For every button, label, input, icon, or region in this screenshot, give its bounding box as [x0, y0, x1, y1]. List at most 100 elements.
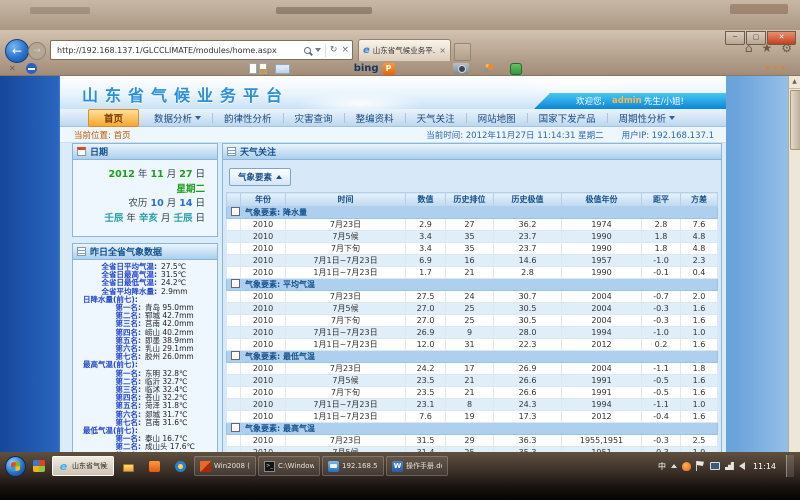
nav-item-6[interactable]: 网站地图: [467, 111, 527, 125]
table-cell: 2004: [562, 363, 642, 375]
ime-indicator[interactable]: 中: [658, 461, 666, 472]
table-cell: 2.8: [642, 219, 681, 231]
spark-icon[interactable]: [483, 63, 494, 74]
qq-icon[interactable]: [682, 462, 691, 471]
column-header: 距平: [642, 193, 681, 207]
nav-item-3[interactable]: 灾害查询: [284, 111, 344, 125]
autocomplete-dropdown-icon[interactable]: [315, 48, 321, 52]
system-tray: 中 11:14: [658, 455, 798, 477]
column-header: 数值: [406, 193, 446, 207]
clock[interactable]: 11:14: [753, 462, 776, 471]
nav-item-4[interactable]: 整编资料: [345, 111, 405, 125]
table-row[interactable]: 20107月23日2.92736.219742.87.6: [227, 219, 718, 231]
divider: [325, 44, 326, 57]
display-icon[interactable]: [710, 462, 720, 470]
table-cell: 7.6: [406, 411, 446, 423]
browser-tab[interactable]: e 山东省气候业务平... ×: [358, 39, 451, 61]
forward-button[interactable]: →: [28, 42, 46, 60]
table-row[interactable]: 20107月1日~7月23日6.91614.61957-1.02.3: [227, 255, 718, 267]
table-cell: 23.7: [494, 231, 562, 243]
pinned-media-icon[interactable]: [168, 456, 192, 476]
green-addon-icon[interactable]: [510, 63, 522, 75]
table-row[interactable]: 20107月23日31.52936.31955,1951-0.32.5: [227, 435, 718, 447]
element-filter-button[interactable]: 气象要素: [229, 168, 291, 186]
table-cell: 2010: [241, 315, 286, 327]
nav-item-7[interactable]: 国家下发产品: [528, 111, 607, 125]
table-cell: 6.9: [406, 255, 446, 267]
table-row[interactable]: 20107月23日24.21726.92004-1.11.8: [227, 363, 718, 375]
tray-up-arrow-icon[interactable]: [671, 464, 677, 468]
taskbar-task[interactable]: Win2008 (VS2...: [194, 456, 256, 476]
show-desktop-button[interactable]: [786, 455, 794, 477]
nav-item-8[interactable]: 周期性分析: [608, 111, 687, 125]
section-checkbox[interactable]: [231, 207, 240, 216]
element-filter-label: 气象要素: [238, 171, 272, 183]
url-text[interactable]: http://192.168.137.1/GLCCLIMATE/modules/…: [57, 46, 304, 55]
table-row[interactable]: 20107月23日27.52430.72004-0.72.0: [227, 291, 718, 303]
new-tab-button[interactable]: [454, 43, 471, 61]
back-button[interactable]: ←: [5, 39, 29, 63]
home-icon[interactable]: ⌂: [745, 42, 753, 54]
taskbar-task[interactable]: 192.168.59.99...: [322, 456, 384, 476]
table-corner-cell: [227, 193, 241, 207]
quick-launch-icon[interactable]: [33, 460, 45, 472]
nav-item-5[interactable]: 天气关注: [406, 111, 466, 125]
start-button[interactable]: [5, 456, 26, 477]
tab-close-icon[interactable]: ×: [439, 46, 446, 55]
scrollbar-up-icon[interactable]: ▲: [789, 76, 800, 89]
settings-gear-icon[interactable]: ⚙: [781, 42, 792, 54]
table-row[interactable]: 20107月下旬27.02530.52004-0.31.6: [227, 315, 718, 327]
table-cell: 2010: [241, 375, 286, 387]
table-row[interactable]: 20107月5候23.52126.61991-0.51.6: [227, 375, 718, 387]
nav-item-2[interactable]: 韵律性分析: [213, 111, 283, 125]
blocked-addon-icon[interactable]: [26, 63, 37, 74]
table-row[interactable]: 20101月1日~7月23日1.7212.81990-0.10.4: [227, 267, 718, 279]
table-cell: 23.5: [406, 387, 446, 399]
snapshot-tiles-icon[interactable]: [249, 63, 267, 74]
pinned-folder-icon[interactable]: [116, 456, 140, 476]
table-row[interactable]: 20107月1日~7月23日23.1824.31994-1.11.0: [227, 399, 718, 411]
pinyin-addon-icon[interactable]: P: [383, 63, 395, 75]
table-row[interactable]: 20107月下旬3.43523.719901.84.8: [227, 243, 718, 255]
favorites-star-icon[interactable]: ★: [761, 42, 772, 54]
pinned-app-icon[interactable]: [142, 456, 166, 476]
taskbar-task[interactable]: C:\Windows\s...: [258, 456, 320, 476]
scrollbar-thumb[interactable]: [790, 90, 800, 150]
bing-logo[interactable]: bing: [354, 63, 379, 74]
refresh-icon[interactable]: ↻: [330, 46, 338, 55]
table-cell: 1月1日~7月23日: [286, 267, 406, 279]
toolbar-close-icon[interactable]: ✕: [9, 64, 16, 73]
table-row[interactable]: 20107月5候27.02530.52004-0.31.6: [227, 303, 718, 315]
table-row[interactable]: 20101月1日~7月23日7.61917.32012-0.41.6: [227, 411, 718, 423]
table-cell: 1990: [562, 231, 642, 243]
table-row[interactable]: 20107月1日~7月23日26.9928.01994-1.01.0: [227, 327, 718, 339]
nav-item-1[interactable]: 数据分析: [143, 111, 212, 125]
taskbar-task[interactable]: 操作手册.docx ...: [386, 456, 448, 476]
section-checkbox[interactable]: [231, 423, 240, 432]
nav-item-0[interactable]: 首页: [88, 109, 139, 127]
table-row[interactable]: 20107月下旬23.52126.61991-0.51.6: [227, 387, 718, 399]
section-label: 气象要素: 最低气温: [245, 352, 315, 361]
table-cell: 2004: [562, 315, 642, 327]
section-checkbox[interactable]: [231, 279, 240, 288]
chevron-down-icon: [669, 116, 675, 120]
word-icon: [392, 461, 403, 472]
nav-item-label: 韵律性分析: [224, 111, 272, 125]
mail-icon[interactable]: [275, 64, 290, 74]
table-row[interactable]: 20101月1日~7月23日12.03122.320120.21.6: [227, 339, 718, 351]
action-center-flag-icon[interactable]: [696, 461, 705, 471]
camera-icon[interactable]: [453, 63, 469, 74]
stop-icon[interactable]: ×: [341, 46, 349, 55]
search-icon[interactable]: [304, 47, 311, 54]
table-cell: 24.2: [406, 363, 446, 375]
table-row[interactable]: 20107月5候3.43523.719901.84.8: [227, 231, 718, 243]
section-checkbox[interactable]: [231, 351, 240, 360]
volume-icon[interactable]: [739, 462, 745, 470]
page-scrollbar[interactable]: ▲: [788, 76, 800, 452]
table-cell: 12.0: [406, 339, 446, 351]
taskbar-task[interactable]: 山东省气候业务...: [52, 456, 114, 476]
tab-title: 山东省气候业务平...: [373, 45, 437, 56]
network-icon[interactable]: [725, 462, 734, 470]
address-bar[interactable]: http://192.168.137.1/GLCCLIMATE/modules/…: [50, 40, 353, 60]
more-icon[interactable]: •••: [765, 64, 788, 74]
